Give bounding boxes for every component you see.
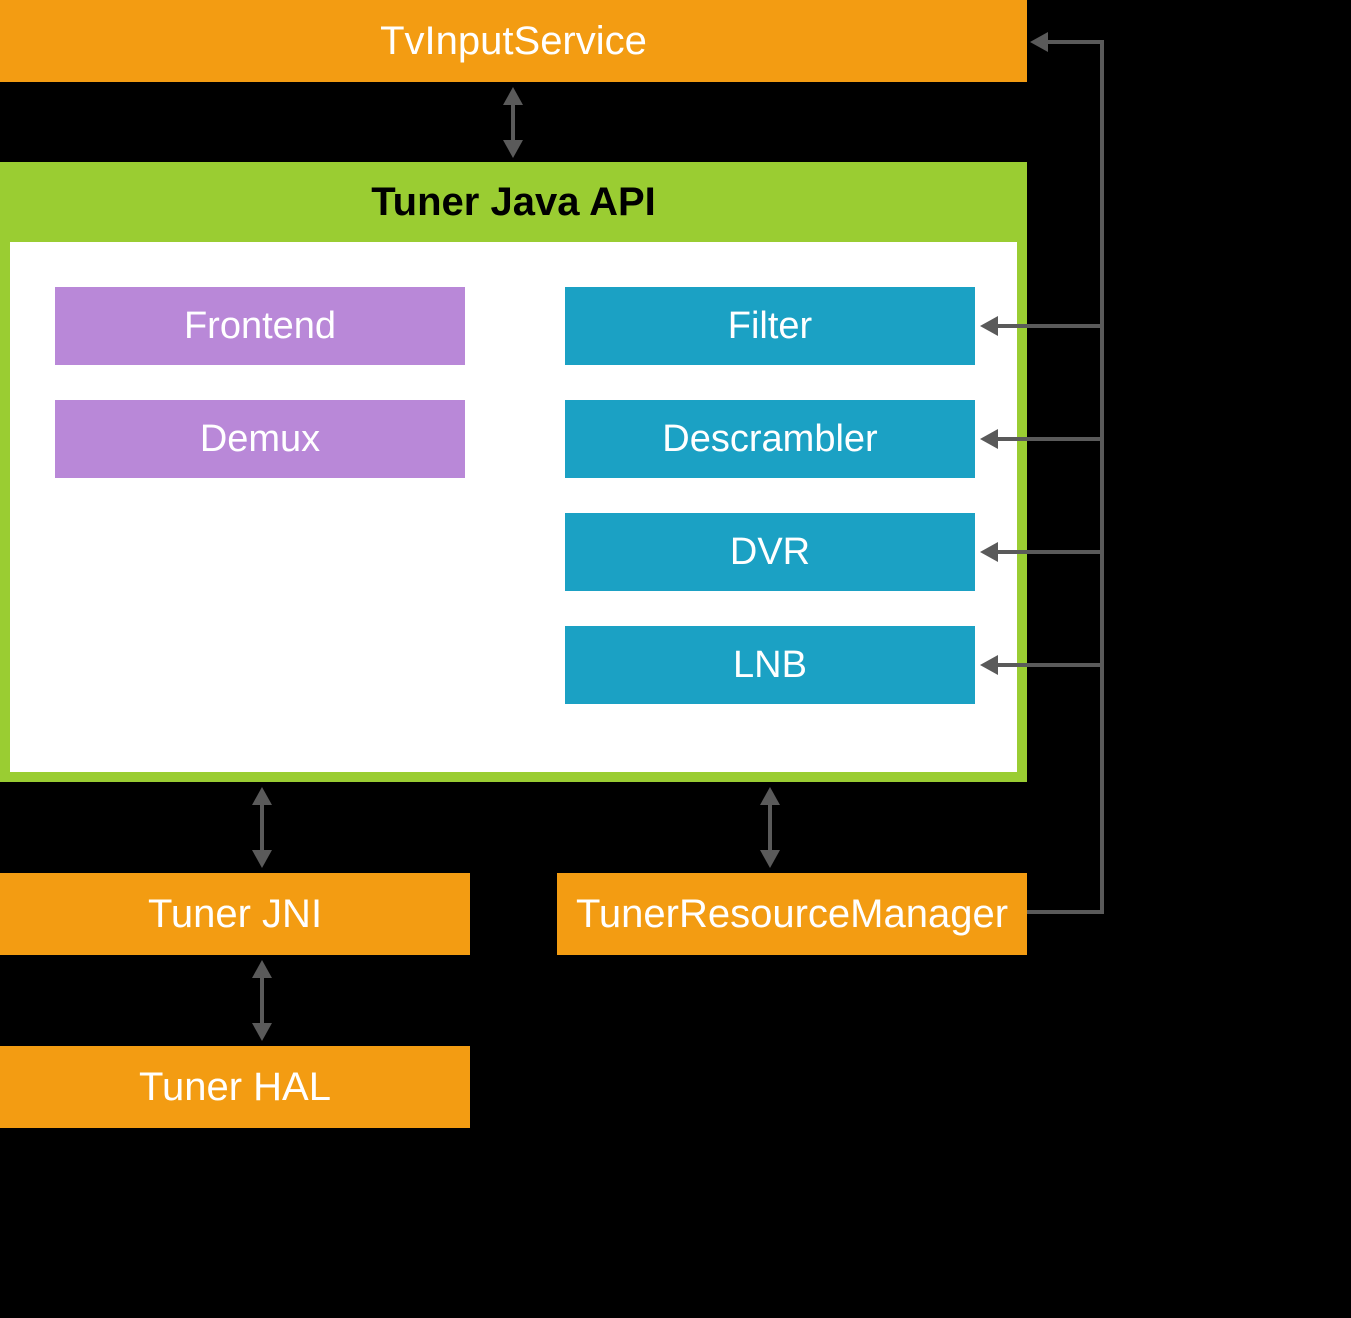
demux-label: Demux <box>200 418 320 461</box>
arrow-down-icon <box>503 140 523 158</box>
lnb-label: LNB <box>733 644 807 687</box>
arrow-down-icon <box>252 850 272 868</box>
arrow-left-icon <box>980 316 998 336</box>
descrambler-label: Descrambler <box>662 418 877 461</box>
dvr-label: DVR <box>730 531 810 574</box>
tuner-resource-manager-box: TunerResourceManager <box>557 873 1027 955</box>
connector-line <box>995 324 1102 328</box>
lnb-box: LNB <box>565 626 975 704</box>
descrambler-box: Descrambler <box>565 400 975 478</box>
tuner-resource-manager-label: TunerResourceManager <box>576 892 1008 937</box>
arrow-left-icon <box>1030 32 1048 52</box>
tv-input-service-label: TvInputService <box>380 19 647 64</box>
arrow-line <box>511 100 515 145</box>
arrow-left-icon <box>980 429 998 449</box>
filter-label: Filter <box>728 305 812 348</box>
tuner-java-api-header: Tuner Java API <box>0 162 1027 242</box>
arrow-left-icon <box>980 655 998 675</box>
tuner-hal-label: Tuner HAL <box>139 1065 331 1110</box>
frontend-box: Frontend <box>55 287 465 365</box>
tuner-java-api-inner: Frontend Demux Filter Descrambler DVR LN… <box>10 242 1017 772</box>
tv-input-service-box: TvInputService <box>0 0 1027 82</box>
connector-line <box>1100 40 1104 910</box>
demux-box: Demux <box>55 400 465 478</box>
connector-line <box>995 550 1102 554</box>
tuner-java-api-label: Tuner Java API <box>371 180 656 225</box>
arrow-line <box>260 800 264 855</box>
dvr-box: DVR <box>565 513 975 591</box>
arrow-line <box>768 800 772 855</box>
connector-line <box>1045 40 1102 44</box>
connector-line <box>1027 910 1104 914</box>
tuner-jni-box: Tuner JNI <box>0 873 470 955</box>
tuner-hal-box: Tuner HAL <box>0 1046 470 1128</box>
arrow-down-icon <box>252 1023 272 1041</box>
tuner-jni-label: Tuner JNI <box>148 892 322 937</box>
connector-line <box>995 663 1102 667</box>
arrow-line <box>260 973 264 1028</box>
connector-line <box>995 437 1102 441</box>
arrow-left-icon <box>980 542 998 562</box>
frontend-label: Frontend <box>184 305 336 348</box>
arrow-down-icon <box>760 850 780 868</box>
filter-box: Filter <box>565 287 975 365</box>
tuner-java-api-container: Tuner Java API Frontend Demux Filter Des… <box>0 162 1027 782</box>
